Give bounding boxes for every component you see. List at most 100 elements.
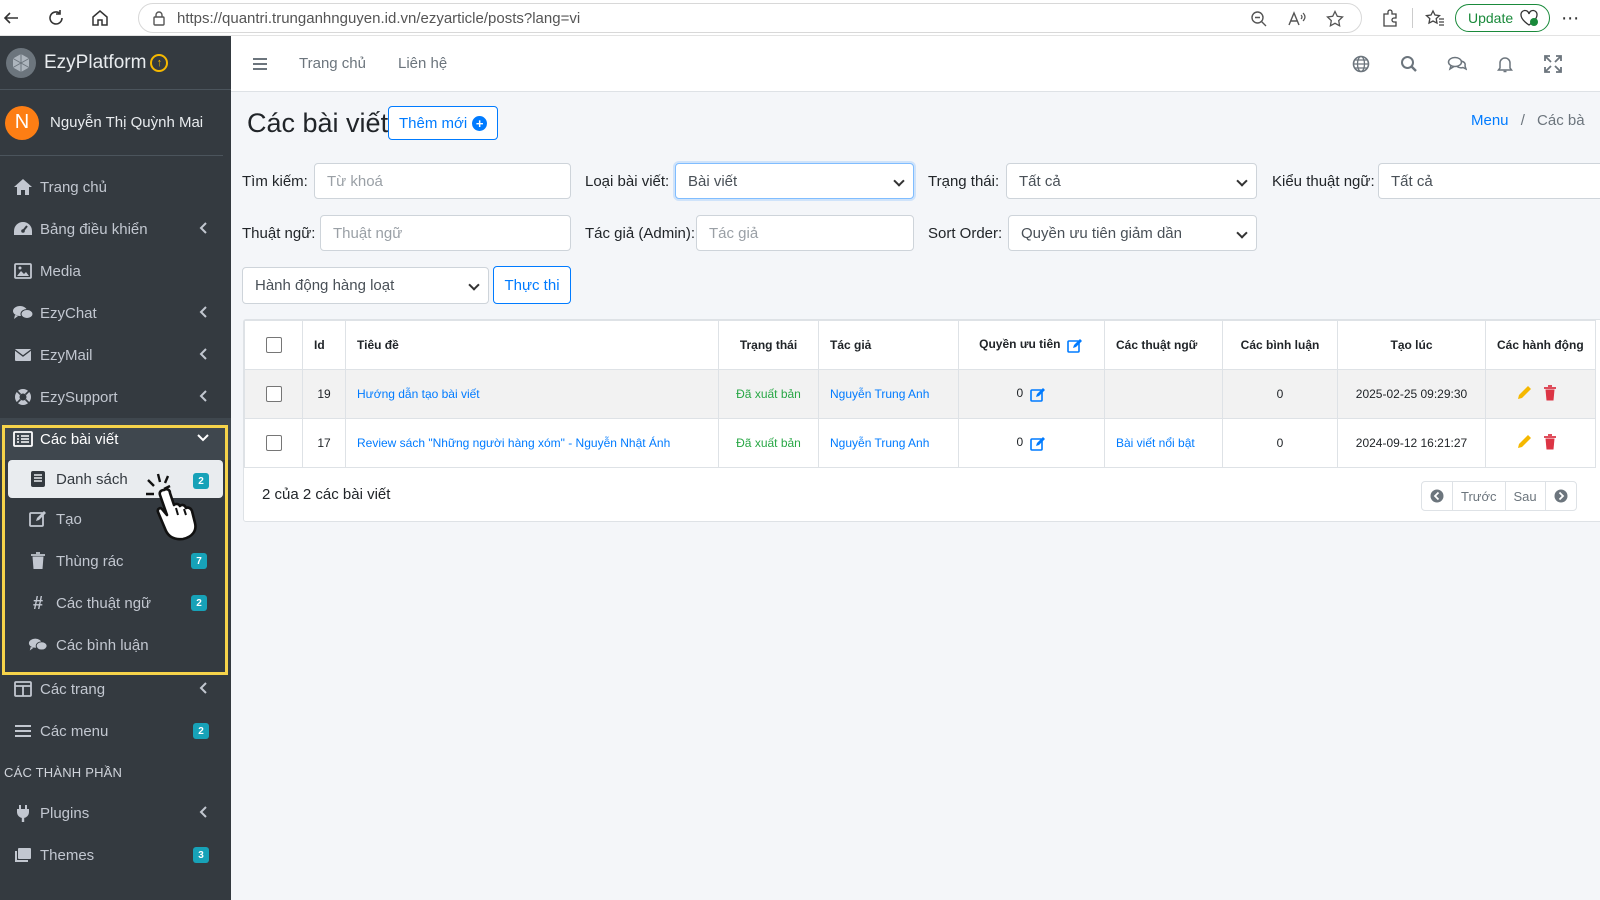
zoom-out-icon[interactable]	[1247, 7, 1271, 31]
breadcrumb-current: Các bà	[1537, 112, 1585, 129]
home-icon[interactable]	[80, 0, 120, 36]
row-comments: 0	[1222, 369, 1338, 419]
table-row: 17 Review sách "Những người hàng xóm" - …	[244, 418, 1596, 468]
sort-order-select[interactable]: Quyền ưu tiên giảm dần	[1008, 215, 1257, 251]
back-icon[interactable]	[0, 0, 22, 36]
last-page-icon[interactable]	[1546, 482, 1576, 510]
update-button[interactable]: Update	[1455, 4, 1551, 32]
browser-toolbar: https://quantri.trunganhnguyen.id.vn/ezy…	[0, 0, 1600, 36]
edit-priority-icon[interactable]	[1029, 436, 1047, 451]
row-id: 17	[302, 418, 346, 468]
chevron-left-icon	[197, 347, 209, 361]
sidebar-item-media[interactable]: Media	[0, 250, 231, 292]
col-terms[interactable]: Các thuật ngữ	[1104, 320, 1223, 370]
update-label: Update	[1468, 10, 1514, 26]
user-panel[interactable]: N Nguyễn Thị Quỳnh Mai	[0, 90, 223, 156]
sidebar-item-ezychat[interactable]: EzyChat	[0, 292, 231, 334]
sidebar-item-label: EzySupport	[40, 388, 118, 406]
col-status[interactable]: Trạng thái	[718, 320, 819, 370]
sidebar-item-dashboard[interactable]: Bảng điều khiển	[0, 208, 231, 250]
favorites-icon[interactable]	[1423, 6, 1447, 30]
row-term-link[interactable]: Bài viết nổi bật	[1116, 436, 1195, 450]
messages-icon[interactable]	[1446, 53, 1468, 75]
brand[interactable]: EzyPlatform ↑	[0, 36, 231, 90]
row-author-link[interactable]: Nguyễn Trung Anh	[830, 387, 929, 401]
row-title-link[interactable]: Hướng dẫn tạo bài viết	[357, 387, 480, 401]
brand-logo-icon	[6, 47, 36, 78]
chat-icon	[12, 303, 34, 323]
sidebar-item-home[interactable]: Trang chủ	[0, 166, 231, 208]
reload-icon[interactable]	[36, 0, 76, 36]
edit-priority-icon[interactable]	[1029, 387, 1047, 402]
read-aloud-icon[interactable]	[1285, 7, 1309, 31]
search-input[interactable]: Từ khoá	[314, 163, 571, 199]
support-icon	[12, 387, 34, 407]
row-checkbox[interactable]	[265, 386, 282, 402]
row-status: Đã xuất bản	[718, 369, 819, 419]
row-terms-cell	[1104, 369, 1223, 419]
col-comments[interactable]: Các bình luận	[1222, 320, 1338, 370]
author-label: Tác giả (Admin):	[585, 225, 696, 242]
extensions-icon[interactable]	[1378, 6, 1402, 30]
bars-icon	[12, 721, 34, 741]
bell-icon[interactable]	[1494, 53, 1516, 75]
favorite-star-icon[interactable]	[1323, 7, 1347, 31]
col-author[interactable]: Tác giả	[818, 320, 959, 370]
edit-pencil-icon[interactable]	[1516, 385, 1532, 401]
plug-icon	[12, 803, 34, 823]
row-author-cell: Nguyễn Trung Anh	[818, 369, 959, 419]
address-bar[interactable]: https://quantri.trunganhnguyen.id.vn/ezy…	[138, 3, 1362, 33]
image-icon	[12, 261, 34, 281]
delete-trash-icon[interactable]	[1543, 384, 1557, 401]
status-select[interactable]: Tất cả	[1006, 163, 1257, 199]
row-title-link[interactable]: Review sách "Những người hàng xóm" - Ngu…	[357, 436, 670, 450]
breadcrumb-menu-link[interactable]: Menu	[1471, 112, 1509, 129]
row-created: 2024-09-12 16:21:27	[1337, 418, 1486, 468]
table-header-row: Id Tiêu đề Trạng thái Tác giả Quyền ưu t…	[244, 320, 1596, 370]
upgrade-icon[interactable]: ↑	[150, 53, 169, 72]
col-priority[interactable]: Quyền ưu tiên	[958, 320, 1105, 370]
home-icon	[12, 177, 34, 197]
sidebar-item-plugins[interactable]: Plugins	[0, 792, 231, 834]
fullscreen-icon[interactable]	[1542, 53, 1564, 75]
chevron-left-icon	[197, 389, 209, 403]
prev-page-button[interactable]: Trước	[1453, 482, 1506, 510]
row-author-link[interactable]: Nguyễn Trung Anh	[830, 436, 929, 450]
sidebar-section-header: CÁC THÀNH PHẦN	[4, 764, 123, 780]
author-input[interactable]: Tác giả	[696, 215, 914, 251]
edit-pencil-icon[interactable]	[1516, 434, 1532, 450]
bulk-action-select[interactable]: Hành động hàng loạt	[242, 267, 489, 304]
menu-toggle-icon[interactable]	[249, 57, 271, 71]
highlight-box	[2, 425, 228, 675]
sidebar-item-ezymail[interactable]: EzyMail	[0, 334, 231, 376]
url-text[interactable]: https://quantri.trunganhnguyen.id.vn/ezy…	[177, 10, 580, 27]
sidebar-item-ezysupport[interactable]: EzySupport	[0, 376, 231, 418]
row-priority-cell: 0	[958, 369, 1105, 419]
sidebar-item-themes[interactable]: Themes 3	[0, 834, 231, 876]
top-link-contact[interactable]: Liên hệ	[398, 55, 447, 72]
term-input[interactable]: Thuật ngữ	[320, 215, 571, 251]
chevron-left-icon	[197, 305, 209, 319]
edit-priority-icon[interactable]	[1067, 338, 1084, 353]
top-link-home[interactable]: Trang chủ	[299, 55, 366, 72]
add-new-button[interactable]: Thêm mới +	[388, 106, 499, 140]
more-icon[interactable]: ⋯	[1558, 6, 1582, 30]
term-type-select[interactable]: Tất cả	[1378, 163, 1600, 199]
col-created[interactable]: Tạo lúc	[1337, 320, 1486, 370]
sidebar-item-label: Trang chủ	[40, 178, 107, 196]
execute-button[interactable]: Thực thi	[493, 266, 571, 304]
globe-icon[interactable]	[1350, 53, 1372, 75]
col-title[interactable]: Tiêu đề	[345, 320, 719, 370]
col-id[interactable]: Id	[302, 320, 346, 370]
select-all-checkbox[interactable]	[265, 337, 282, 353]
lock-icon[interactable]	[151, 10, 167, 26]
delete-trash-icon[interactable]	[1543, 433, 1557, 450]
sidebar-item-menus[interactable]: Các menu 2	[0, 710, 231, 752]
row-checkbox[interactable]	[265, 435, 282, 451]
first-page-icon[interactable]	[1422, 482, 1453, 510]
post-type-select[interactable]: Bài viết	[675, 163, 914, 199]
next-page-button[interactable]: Sau	[1506, 482, 1546, 510]
row-author-cell: Nguyễn Trung Anh	[818, 418, 959, 468]
row-title-cell: Review sách "Những người hàng xóm" - Ngu…	[345, 418, 719, 468]
search-icon[interactable]	[1398, 53, 1420, 75]
